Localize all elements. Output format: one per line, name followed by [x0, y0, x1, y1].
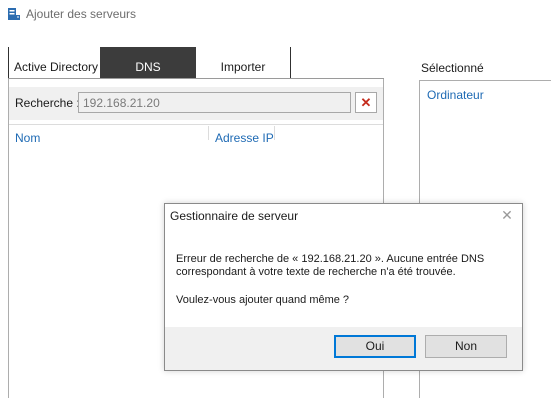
yes-button[interactable]: Oui	[334, 335, 416, 358]
window-title: Ajouter des serveurs	[26, 7, 137, 21]
search-label: Recherche :	[15, 96, 80, 110]
column-separator	[208, 126, 209, 140]
column-header-nom[interactable]: Nom	[15, 131, 40, 145]
column-header-adresse-ip[interactable]: Adresse IP	[215, 131, 274, 145]
clear-search-button[interactable]: ✕	[355, 92, 377, 113]
dialog-message-line-2: correspondant à votre texte de recherche…	[176, 266, 456, 278]
tab-active-directory[interactable]: Active Directory	[8, 47, 99, 78]
dialog-message-line-1: Erreur de recherche de « 192.168.21.20 »…	[176, 253, 485, 265]
dialog-close-icon[interactable]: ✕	[500, 208, 514, 222]
column-divider	[9, 124, 383, 125]
close-x-icon: ✕	[360, 95, 372, 110]
column-header-ordinateur[interactable]: Ordinateur	[427, 88, 484, 102]
dialog-title: Gestionnaire de serveur	[170, 209, 299, 223]
tab-importer[interactable]: Importer	[196, 47, 291, 78]
search-input[interactable]	[78, 92, 351, 113]
selected-label: Sélectionné	[421, 61, 484, 75]
column-separator	[274, 126, 275, 140]
tab-dns[interactable]: DNS	[100, 47, 196, 78]
no-button[interactable]: Non	[425, 335, 507, 358]
dialog-question: Voulez-vous ajouter quand même ?	[176, 294, 350, 306]
server-add-icon	[8, 8, 20, 20]
